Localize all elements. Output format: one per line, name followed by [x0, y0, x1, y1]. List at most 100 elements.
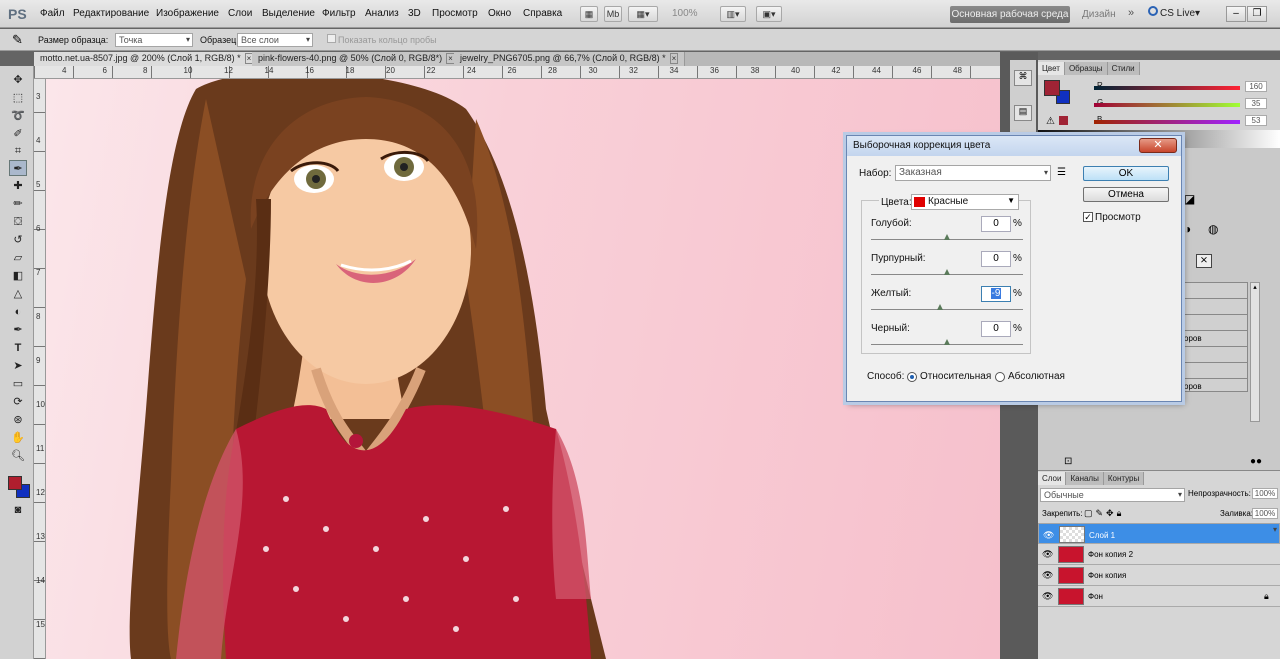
- eye-icon[interactable]: 👁︎: [1043, 529, 1054, 541]
- eraser-tool-icon[interactable]: ▱: [9, 250, 27, 266]
- tab-layers[interactable]: Слои: [1038, 472, 1067, 485]
- menu-item[interactable]: Фильтр: [322, 8, 356, 19]
- layer-name[interactable]: Фон: [1088, 592, 1103, 601]
- type-tool-icon[interactable]: T: [9, 340, 27, 356]
- blur-tool-icon[interactable]: △: [9, 286, 27, 302]
- bridge-button[interactable]: ▦: [580, 6, 598, 22]
- layer-name[interactable]: Фон копия: [1088, 571, 1126, 580]
- sample-select[interactable]: Все слои: [237, 33, 313, 47]
- panel-footer-icon-2[interactable]: ●●: [1250, 456, 1262, 467]
- layer-row[interactable]: 👁︎ Фон копия 2: [1038, 544, 1280, 565]
- relative-radio[interactable]: [907, 372, 917, 382]
- healing-tool-icon[interactable]: ✚: [9, 178, 27, 194]
- layer-row[interactable]: 👁︎ Фон 🔒︎: [1038, 586, 1280, 607]
- magenta-input[interactable]: 0: [981, 251, 1011, 267]
- foreground-color-swatch-top[interactable]: [8, 476, 22, 490]
- layer-row[interactable]: 👁︎ Фон копия: [1038, 565, 1280, 586]
- b-value[interactable]: 53: [1245, 115, 1267, 126]
- 3d-orbit-tool-icon[interactable]: ⊛: [9, 412, 27, 428]
- minimize-button[interactable]: –: [1226, 6, 1246, 22]
- menu-item[interactable]: Анализ: [365, 8, 399, 19]
- tab-swatches[interactable]: Образцы: [1064, 62, 1108, 75]
- eyedropper-tool-icon[interactable]: ✒: [9, 160, 27, 176]
- yellow-slider-thumb[interactable]: [937, 304, 943, 310]
- menu-item[interactable]: Окно: [488, 8, 511, 19]
- eye-icon[interactable]: 👁︎: [1042, 591, 1053, 602]
- shape-tool-icon[interactable]: ▭: [9, 376, 27, 392]
- arrange-button[interactable]: ▥▾: [720, 6, 746, 22]
- close-icon[interactable]: ×: [669, 53, 679, 64]
- tab-paths[interactable]: Контуры: [1103, 472, 1145, 485]
- restore-button[interactable]: ❐: [1247, 6, 1267, 22]
- adjustment-icon-3[interactable]: ◍: [1208, 222, 1218, 236]
- preset-list-item[interactable]: оров: [1184, 382, 1202, 391]
- menu-item[interactable]: Выделение: [262, 8, 315, 19]
- gamut-swatch[interactable]: [1059, 116, 1068, 125]
- preview-checkbox[interactable]: ✓: [1083, 212, 1093, 222]
- quick-select-tool-icon[interactable]: ✐: [9, 126, 27, 142]
- tab-styles[interactable]: Стили: [1107, 62, 1140, 75]
- brush-tool-icon[interactable]: ✏: [9, 196, 27, 212]
- layer-name[interactable]: Фон копия 2: [1088, 550, 1133, 559]
- preset-list-item[interactable]: оров: [1184, 334, 1202, 343]
- show-ring-checkbox[interactable]: [327, 34, 336, 43]
- adjustment-icon-4[interactable]: ⨯: [1196, 254, 1212, 268]
- eyedropper-tool-icon[interactable]: ✎: [12, 32, 23, 48]
- b-slider[interactable]: [1094, 120, 1240, 124]
- magenta-slider-thumb[interactable]: [944, 269, 950, 275]
- r-slider[interactable]: [1094, 86, 1240, 90]
- path-select-tool-icon[interactable]: ➤: [9, 358, 27, 374]
- eye-icon[interactable]: 👁︎: [1042, 570, 1053, 581]
- layer-name[interactable]: Слой 1: [1089, 530, 1115, 542]
- menu-item[interactable]: Справка: [523, 8, 562, 19]
- menu-item[interactable]: Файл: [40, 8, 65, 19]
- lasso-tool-icon[interactable]: ➰: [9, 108, 27, 124]
- menu-item[interactable]: Редактирование: [73, 8, 149, 19]
- move-tool-icon[interactable]: ✥: [9, 72, 27, 88]
- yellow-input[interactable]: -9: [981, 286, 1011, 302]
- zoom-tool-icon[interactable]: 🔍︎: [9, 448, 27, 464]
- history-panel-icon[interactable]: ⌘: [1014, 70, 1032, 86]
- workspace-button[interactable]: Основная рабочая среда: [950, 6, 1070, 23]
- dodge-tool-icon[interactable]: ◐: [9, 304, 27, 320]
- color-fg-swatch[interactable]: [1044, 80, 1060, 96]
- preset-options-icon[interactable]: ☰: [1057, 167, 1066, 178]
- marquee-tool-icon[interactable]: ⬚: [9, 90, 27, 106]
- black-slider-thumb[interactable]: [944, 339, 950, 345]
- gradient-tool-icon[interactable]: ◧: [9, 268, 27, 284]
- extras-button[interactable]: ▦▾: [628, 6, 658, 22]
- crop-tool-icon[interactable]: ⌗: [9, 143, 27, 159]
- tab-motto[interactable]: motto.net.ua-8507.jpg @ 200% (Слой 1, RG…: [34, 52, 261, 66]
- blend-mode-select[interactable]: Обычные: [1040, 488, 1185, 502]
- stamp-tool-icon[interactable]: ⛋: [9, 214, 27, 230]
- yellow-slider[interactable]: [871, 309, 1023, 310]
- cyan-slider-thumb[interactable]: [944, 234, 950, 240]
- adjustment-icon-2[interactable]: ◑: [1184, 222, 1191, 236]
- layer-row[interactable]: 👁︎ Слой 1: [1038, 523, 1280, 544]
- fill-value[interactable]: 100%: [1252, 508, 1278, 519]
- ok-button[interactable]: OK: [1083, 166, 1169, 181]
- history-brush-tool-icon[interactable]: ↺: [9, 232, 27, 248]
- black-input[interactable]: 0: [981, 321, 1011, 337]
- menu-item[interactable]: Слои: [228, 8, 252, 19]
- cyan-input[interactable]: 0: [981, 216, 1011, 232]
- more-workspaces-icon[interactable]: »: [1128, 7, 1134, 19]
- mini-bridge-button[interactable]: Mb: [604, 6, 622, 22]
- actions-panel-icon[interactable]: ▤: [1014, 105, 1032, 121]
- 3d-rotate-tool-icon[interactable]: ⟳: [9, 394, 27, 410]
- menu-item[interactable]: 3D: [408, 8, 421, 19]
- g-value[interactable]: 35: [1245, 98, 1267, 109]
- adjustment-icon[interactable]: ◪: [1184, 192, 1195, 206]
- r-value[interactable]: 160: [1245, 81, 1267, 92]
- lock-icons[interactable]: ▢✎✥🔒︎: [1084, 508, 1124, 519]
- sample-size-select[interactable]: Точка: [115, 33, 193, 47]
- workspace-design[interactable]: Дизайн: [1082, 9, 1116, 20]
- cancel-button[interactable]: Отмена: [1083, 187, 1169, 202]
- eye-icon[interactable]: 👁︎: [1042, 549, 1053, 560]
- screen-mode-button[interactable]: ▣▾: [756, 6, 782, 22]
- zoom-level[interactable]: 100%: [672, 8, 698, 19]
- preset-select[interactable]: Заказная: [895, 165, 1051, 181]
- opacity-value[interactable]: 100%: [1252, 488, 1278, 499]
- scrollbar[interactable]: ▴: [1250, 282, 1260, 422]
- panel-footer-icon[interactable]: ⊡: [1064, 456, 1072, 467]
